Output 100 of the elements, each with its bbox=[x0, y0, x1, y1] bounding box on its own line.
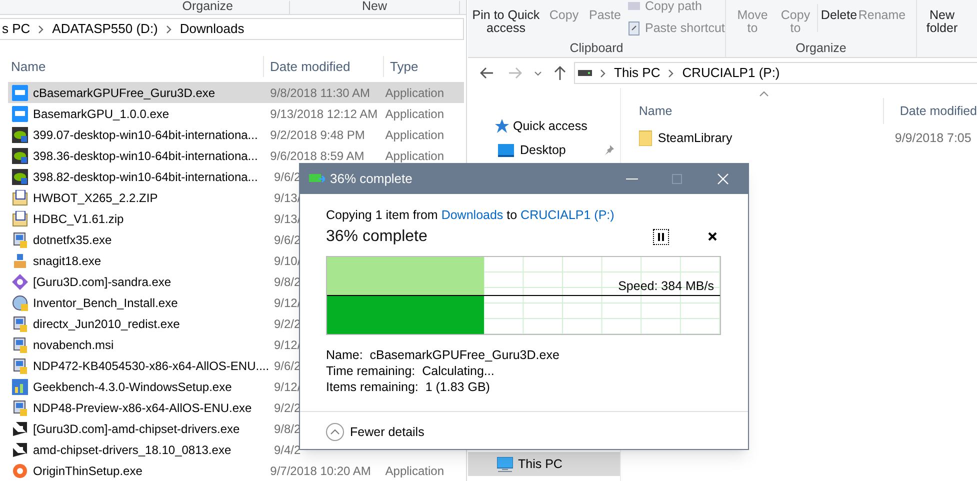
file-name: dotnetfx35.exe bbox=[33, 232, 112, 246]
computer-icon bbox=[497, 456, 513, 472]
app-icon bbox=[12, 148, 28, 164]
date-modified: 9/7/2018 10:20 AM bbox=[270, 464, 371, 478]
file-type: Application bbox=[385, 464, 444, 478]
pause-button[interactable] bbox=[653, 228, 669, 245]
amd-icon bbox=[12, 420, 28, 436]
app-icon bbox=[12, 126, 28, 142]
file-name: NDP48-Preview-x86-x64-AllOS-ENU.exe bbox=[33, 400, 252, 414]
ribbon-button[interactable]: New folder bbox=[922, 0, 962, 35]
date-modified: 9/6/2 bbox=[274, 358, 301, 372]
date-modified: 9/2/2 bbox=[274, 316, 301, 330]
breadcrumb-item[interactable]: This PC bbox=[614, 63, 660, 83]
shortcut-icon bbox=[628, 20, 640, 36]
sort-icon bbox=[758, 91, 769, 97]
details-toggle[interactable]: Fewer details bbox=[326, 422, 424, 442]
desktop-icon bbox=[498, 144, 514, 156]
file-name: NDP472-KB4054530-x86-x64-AllOS-ENU.... bbox=[33, 358, 270, 372]
ribbon-group-label: Organize bbox=[182, 0, 233, 14]
file-name: HWBOT_X265_2.2.ZIP bbox=[33, 190, 158, 204]
nav-item[interactable]: This PC bbox=[468, 452, 620, 476]
column-header[interactable]: Date modified bbox=[882, 98, 977, 124]
app-icon bbox=[12, 168, 28, 184]
file-name: snagit18.exe bbox=[33, 254, 102, 268]
date-modified: 9/8/2 bbox=[274, 274, 301, 288]
nav-item[interactable]: Quick access bbox=[468, 114, 620, 138]
speed-text: Speed: 384 MB/s bbox=[618, 278, 714, 295]
column-header[interactable]: Name bbox=[0, 56, 263, 77]
breadcrumb-item[interactable]: ADATASP550 (D:) bbox=[52, 19, 158, 39]
file-name: Inventor_Bench_Install.exe bbox=[33, 296, 178, 310]
app-icon bbox=[12, 106, 28, 122]
ribbon-button[interactable]: Delete bbox=[818, 0, 860, 22]
ribbon-group-label: Organize bbox=[796, 40, 846, 57]
star-icon bbox=[493, 118, 509, 134]
installer-icon bbox=[12, 358, 28, 374]
file-name: Geekbench-4.3.0-WindowsSetup.exe bbox=[33, 380, 232, 394]
date-modified: 9/6/2018 8:59 AM bbox=[270, 148, 364, 162]
ribbon-group-label: Clipboard bbox=[570, 40, 624, 57]
file-name: 398.82-desktop-win10-64bit-internationa... bbox=[33, 170, 258, 184]
ribbon-button[interactable]: Pin to Quick access bbox=[468, 0, 544, 35]
folder-icon bbox=[638, 130, 652, 146]
nav-item[interactable]: Desktop bbox=[468, 138, 620, 162]
column-header[interactable]: Date modified bbox=[263, 56, 383, 77]
date-modified: 9/13/2018 12:12 AM bbox=[270, 106, 378, 120]
file-name: cBasemarkGPUFree_Guru3D.exe bbox=[33, 86, 216, 100]
installer-icon bbox=[12, 316, 28, 332]
date-modified: 9/4/2 bbox=[274, 442, 301, 456]
file-type: Application bbox=[385, 106, 444, 120]
up-icon bbox=[554, 66, 566, 80]
file-name: directx_Jun2010_redist.exe bbox=[33, 316, 180, 330]
chevron-icon bbox=[600, 68, 606, 78]
file-name: SteamLibrary bbox=[658, 130, 732, 145]
dropdown-icon bbox=[534, 70, 542, 76]
date-modified: 9/9/2018 7:05 bbox=[894, 130, 972, 147]
chevron-icon bbox=[166, 24, 172, 34]
destination-link[interactable]: CRUCIALP1 (P:) bbox=[520, 208, 614, 222]
folder-row[interactable]: SteamLibrary 9/9/2018 7:05 bbox=[620, 127, 977, 149]
chevron-icon bbox=[38, 24, 44, 34]
file-name: OriginThinSetup.exe bbox=[33, 464, 142, 478]
pause-icon bbox=[658, 232, 664, 241]
box-icon bbox=[12, 252, 28, 268]
window-title: 36% complete bbox=[330, 170, 414, 188]
file-name: amd-chipset-drivers_18.10_0813.exe bbox=[33, 442, 232, 456]
date-modified: 9/6/2 bbox=[274, 232, 301, 246]
column-header[interactable]: Name bbox=[620, 98, 883, 124]
file-name: 399.07-desktop-win10-64bit-internationa... bbox=[33, 128, 258, 142]
file-type: Application bbox=[385, 148, 444, 162]
installer-icon bbox=[12, 336, 28, 352]
amd-icon bbox=[12, 442, 28, 458]
installer-icon bbox=[12, 400, 28, 416]
forward-icon bbox=[508, 67, 522, 79]
file-name: [Guru3D.com]-sandra.exe bbox=[33, 274, 172, 288]
file-row[interactable]: cBasemarkGPUFree_Guru3D.exe 9/8/2018 11:30 AM Application bbox=[8, 82, 464, 103]
collapse-icon bbox=[326, 423, 344, 442]
origin-icon bbox=[12, 462, 28, 478]
date-modified: 9/6/2 bbox=[274, 170, 301, 184]
back-icon bbox=[480, 67, 494, 79]
date-modified: 9/8/2 bbox=[274, 422, 301, 436]
address-bar[interactable]: s PC ADATASP550 (D:) Downloads bbox=[0, 18, 464, 40]
breadcrumb-item[interactable]: s PC bbox=[2, 19, 30, 39]
drive-icon bbox=[578, 70, 592, 76]
file-type: Application bbox=[385, 86, 444, 100]
zip-icon bbox=[12, 190, 28, 206]
breadcrumb-item[interactable]: CRUCIALP1 (P:) bbox=[682, 63, 780, 83]
app-icon bbox=[12, 84, 28, 100]
chevron-icon bbox=[668, 68, 674, 78]
address-bar[interactable]: This PC CRUCIALP1 (P:) bbox=[574, 62, 977, 84]
date-modified: 9/2/2018 9:48 PM bbox=[270, 128, 365, 142]
file-name: BasemarkGPU_1.0.0.exe bbox=[33, 106, 170, 120]
cancel-icon bbox=[708, 232, 717, 242]
chart-icon bbox=[12, 378, 28, 394]
breadcrumb-item[interactable]: Downloads bbox=[180, 19, 244, 39]
file-type: Application bbox=[385, 128, 444, 142]
file-name: HDBC_V1.61.zip bbox=[33, 212, 124, 226]
maximize-icon bbox=[672, 174, 682, 184]
disc-icon bbox=[12, 294, 28, 310]
file-name: [Guru3D.com]-amd-chipset-drivers.exe bbox=[33, 422, 240, 436]
date-modified: 9/2/2 bbox=[274, 400, 301, 414]
zip-icon bbox=[12, 210, 28, 226]
column-header[interactable]: Type bbox=[383, 56, 463, 77]
